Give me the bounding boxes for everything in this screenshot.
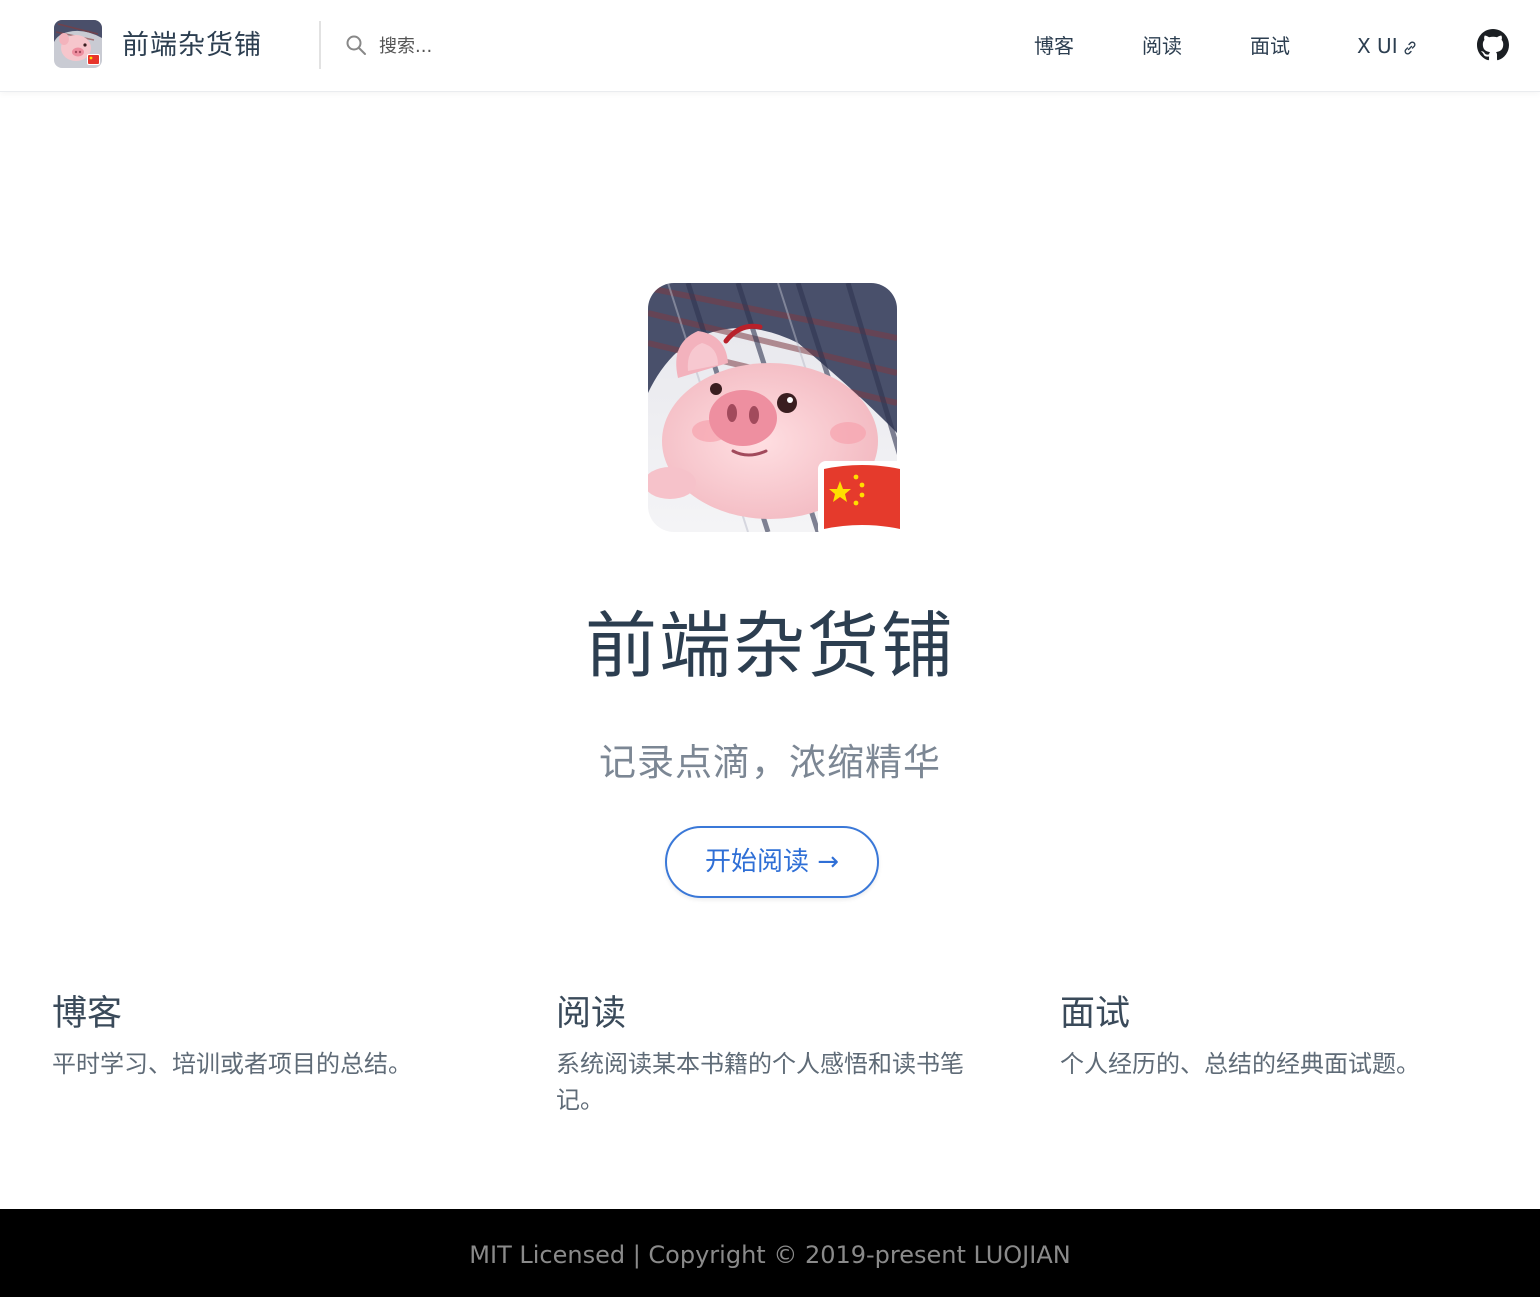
- github-link[interactable]: [1477, 29, 1509, 61]
- github-icon: [1477, 29, 1509, 61]
- navbar: 前端杂货铺 博客 阅读 面试 X UI: [0, 0, 1540, 92]
- search-box: [345, 30, 605, 62]
- feature-title: 博客: [52, 994, 123, 1034]
- nav-link-x-ui[interactable]: X UI: [1357, 32, 1418, 60]
- nav-divider: [319, 21, 321, 69]
- footer: MIT Licensed | Copyright © 2019-present …: [0, 1209, 1540, 1297]
- nav-link-x-ui-label: X UI: [1357, 34, 1398, 58]
- feature-interview: 面试 个人经历的、总结的经典面试题。: [1060, 990, 1480, 1082]
- hero-image: [648, 283, 904, 539]
- feature-details: 平时学习、培训或者项目的总结。: [52, 1050, 412, 1078]
- search-input[interactable]: [379, 30, 599, 62]
- footer-copyright: MIT Licensed | Copyright © 2019-present …: [469, 1241, 1071, 1269]
- pig-logo-icon: [54, 20, 102, 68]
- hero-title: 前端杂货铺: [584, 604, 955, 688]
- hero-tagline: 记录点滴，浓缩精华: [599, 741, 941, 784]
- external-link-icon: [1404, 41, 1416, 54]
- feature-title: 阅读: [556, 994, 627, 1034]
- site-logo[interactable]: [54, 20, 102, 68]
- feature-reading: 阅读 系统阅读某本书籍的个人感悟和读书笔记。: [556, 990, 976, 1118]
- start-reading-button[interactable]: 开始阅读 →: [665, 826, 879, 898]
- feature-details: 个人经历的、总结的经典面试题。: [1060, 1050, 1420, 1078]
- feature-blog: 博客 平时学习、培训或者项目的总结。: [52, 990, 472, 1082]
- search-icon: [346, 35, 366, 55]
- site-title[interactable]: 前端杂货铺: [122, 27, 262, 65]
- pig-hero-icon: [648, 283, 904, 537]
- nav-link-blog[interactable]: 博客: [1034, 32, 1074, 60]
- nav-link-reading[interactable]: 阅读: [1142, 32, 1182, 60]
- nav-link-interview[interactable]: 面试: [1250, 32, 1290, 60]
- feature-details: 系统阅读某本书籍的个人感悟和读书笔记。: [556, 1050, 964, 1114]
- feature-title: 面试: [1060, 994, 1131, 1034]
